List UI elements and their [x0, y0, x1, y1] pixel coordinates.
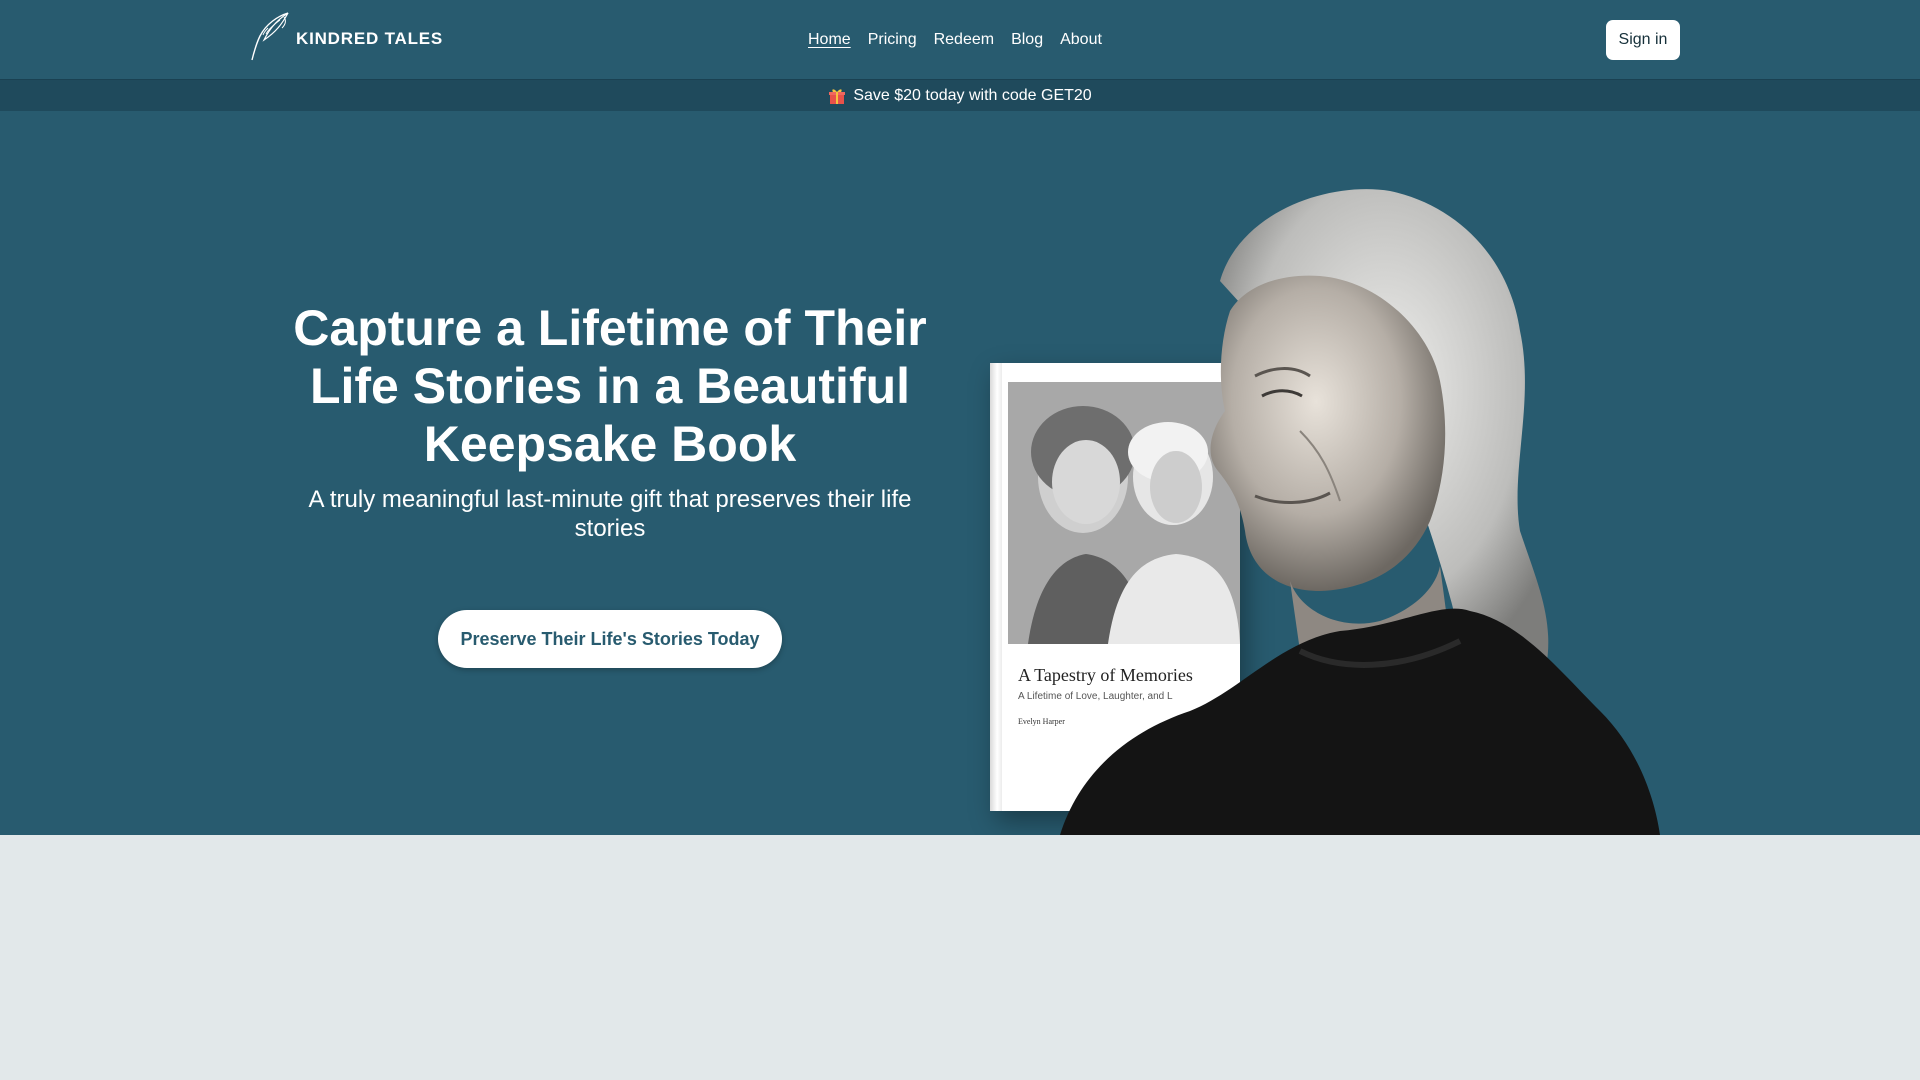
brand-logo-link[interactable]: KINDRED TALES	[242, 10, 444, 69]
book-spine	[990, 363, 1002, 811]
hero-text-block: Capture a Lifetime of Their Life Stories…	[290, 299, 930, 543]
sign-in-button[interactable]: Sign in	[1606, 20, 1680, 60]
gift-icon	[828, 87, 846, 105]
nav-link-pricing[interactable]: Pricing	[868, 28, 917, 52]
hero-section: Capture a Lifetime of Their Life Stories…	[0, 111, 1920, 835]
hero-title: Capture a Lifetime of Their Life Stories…	[293, 300, 927, 472]
main-nav: Home Pricing Redeem Blog About	[808, 28, 1102, 52]
feather-quill-icon	[242, 10, 292, 69]
nav-link-redeem[interactable]: Redeem	[934, 28, 994, 52]
promo-banner: Save $20 today with code GET20	[0, 79, 1920, 111]
elderly-woman-portrait-image	[1060, 189, 1660, 835]
nav-link-about[interactable]: About	[1060, 28, 1102, 52]
site-header: KINDRED TALES Home Pricing Redeem Blog A…	[0, 0, 1920, 79]
preserve-stories-cta-button[interactable]: Preserve Their Life's Stories Today	[438, 610, 782, 668]
lower-content-section	[0, 835, 1920, 1080]
nav-link-blog[interactable]: Blog	[1011, 28, 1043, 52]
promo-text: Save $20 today with code GET20	[853, 86, 1092, 104]
nav-link-home[interactable]: Home	[808, 28, 851, 52]
hero-subtitle: A truly meaningful last-minute gift that…	[308, 486, 912, 542]
brand-name: KINDRED TALES	[296, 29, 444, 48]
